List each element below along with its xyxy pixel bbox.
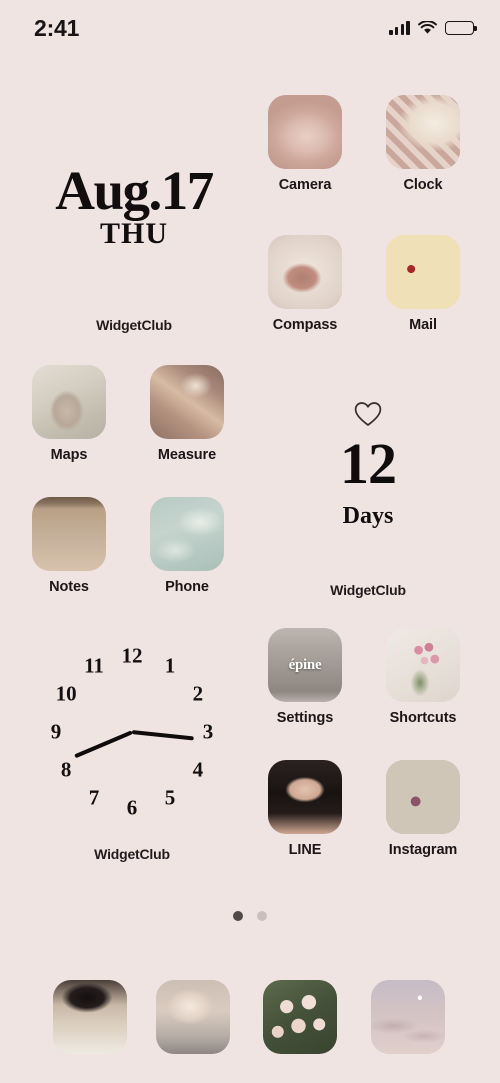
- dock-icon-artwork: [53, 980, 127, 1054]
- app-icon-artwork: [32, 365, 106, 439]
- date-widget-weekday: THU: [99, 217, 168, 250]
- countdown-number: 12: [340, 431, 397, 496]
- countdown-attribution: WidgetClub: [330, 582, 406, 598]
- clock-numeral-1: 1: [164, 653, 176, 678]
- app-label-measure: Measure: [157, 447, 217, 463]
- app-label-settings: Settings: [276, 710, 334, 726]
- shortcuts-app-icon[interactable]: [386, 628, 460, 702]
- clock-face: 12 1 2 3 4 5 6 7 8 9 10 11: [32, 632, 232, 832]
- clock-app-icon[interactable]: [386, 95, 460, 169]
- cellular-bars-icon: [389, 21, 410, 35]
- app-icon-artwork: [386, 760, 460, 834]
- dock-icon-1[interactable]: [53, 980, 127, 1054]
- instagram-app-icon[interactable]: [386, 760, 460, 834]
- app-icon-artwork: [386, 95, 460, 169]
- heart-outline-icon: [353, 400, 383, 428]
- app-icon-artwork: [150, 365, 224, 439]
- clock-numeral-8: 8: [60, 757, 72, 782]
- camera-app-icon[interactable]: [268, 95, 342, 169]
- page-indicator[interactable]: [0, 911, 500, 921]
- app-label-notes: Notes: [49, 579, 89, 595]
- clock-attribution: WidgetClub: [94, 846, 170, 862]
- mail-app-icon[interactable]: [386, 235, 460, 309]
- date-widget-date: Aug.17: [55, 160, 214, 221]
- app-label-phone: Phone: [165, 579, 209, 595]
- dock-icon-3[interactable]: [263, 980, 337, 1054]
- phone-app-icon[interactable]: [150, 497, 224, 571]
- battery-full-icon: [445, 20, 477, 36]
- clock-numeral-5: 5: [164, 785, 176, 810]
- app-label-compass: Compass: [272, 317, 338, 333]
- measure-app-icon[interactable]: [150, 365, 224, 439]
- app-icon-artwork: [268, 95, 342, 169]
- app-label-clock: Clock: [403, 177, 443, 193]
- compass-app-icon[interactable]: [268, 235, 342, 309]
- app-icon-artwork: [268, 235, 342, 309]
- app-icon-artwork: [386, 235, 460, 309]
- dock-icon-4[interactable]: [371, 980, 445, 1054]
- notes-app-icon[interactable]: [32, 497, 106, 571]
- clock-numeral-12: 12: [121, 643, 143, 668]
- dock-icon-artwork: [263, 980, 337, 1054]
- dock-icon-artwork: [371, 980, 445, 1054]
- clock-numeral-10: 10: [55, 681, 77, 706]
- app-icon-artwork: [32, 497, 106, 571]
- line-app-icon[interactable]: [268, 760, 342, 834]
- app-label-mail: Mail: [409, 317, 437, 333]
- clock-numeral-4: 4: [192, 757, 204, 782]
- app-icon-artwork: [386, 628, 460, 702]
- countdown-unit: Days: [342, 503, 394, 529]
- page-dot-2[interactable]: [257, 911, 267, 921]
- app-label-line: LINE: [288, 842, 322, 858]
- clock-numeral-7: 7: [88, 785, 100, 810]
- clock-numeral-9: 9: [50, 719, 62, 744]
- date-widget-attribution: WidgetClub: [96, 317, 172, 333]
- app-label-camera: Camera: [278, 177, 332, 193]
- maps-app-icon[interactable]: [32, 365, 106, 439]
- app-label-maps: Maps: [50, 447, 88, 463]
- page-dot-1[interactable]: [233, 911, 243, 921]
- status-bar-indicators: [389, 20, 477, 36]
- clock-hour-hand: [74, 730, 133, 759]
- clock-minute-hand: [131, 729, 194, 741]
- app-icon-artwork: [268, 760, 342, 834]
- clock-numeral-2: 2: [192, 681, 204, 706]
- app-icon-artwork: [150, 497, 224, 571]
- app-label-instagram: Instagram: [388, 842, 458, 858]
- app-label-shortcuts: Shortcuts: [389, 710, 457, 726]
- status-bar-clock: 2:41: [34, 14, 80, 41]
- clock-numeral-6: 6: [126, 795, 138, 820]
- settings-app-icon[interactable]: épine: [268, 628, 342, 702]
- settings-icon-wordmark: épine: [288, 657, 322, 673]
- clock-numeral-3: 3: [202, 719, 214, 744]
- clock-numeral-11: 11: [84, 653, 104, 678]
- dock-icon-artwork: [156, 980, 230, 1054]
- wifi-icon: [418, 21, 437, 35]
- dock-icon-2[interactable]: [156, 980, 230, 1054]
- status-bar: 2:41: [0, 0, 500, 56]
